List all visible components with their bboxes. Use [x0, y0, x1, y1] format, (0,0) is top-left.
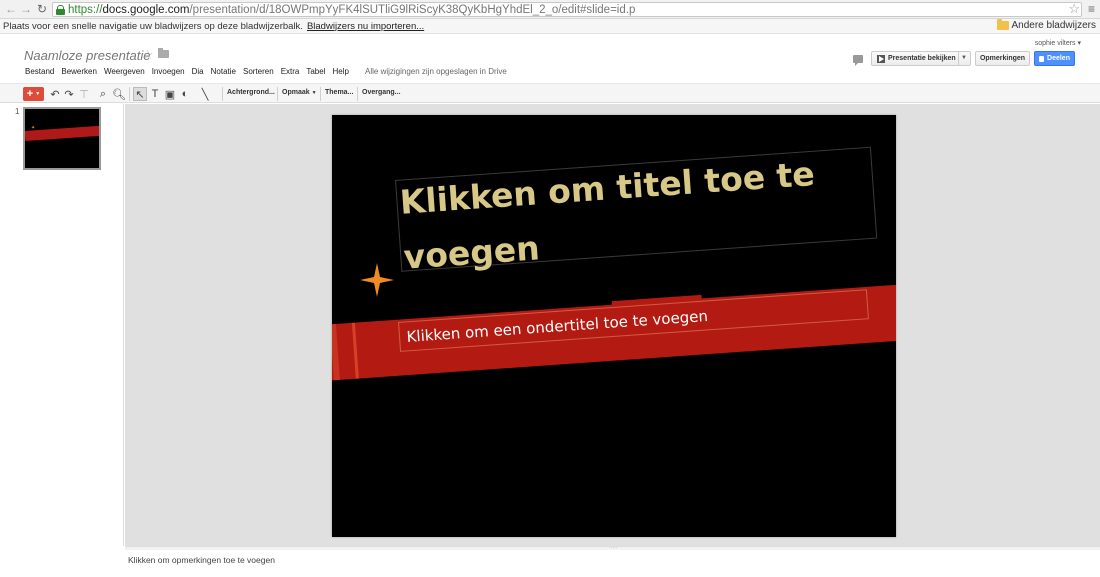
present-button[interactable]: Presentatie bekijken ▼ — [871, 51, 971, 66]
zoom-in-icon[interactable]: 🔍︎ — [112, 87, 126, 101]
theme-button[interactable]: Thema... — [325, 89, 353, 96]
format-dropdown[interactable]: Opmaak ▼ — [282, 89, 317, 96]
present-divider — [958, 52, 959, 65]
background-button[interactable]: Achtergrond... — [227, 89, 275, 96]
menu-edit[interactable]: Bewerken — [61, 67, 97, 76]
chevron-down-icon: ▼ — [35, 91, 41, 97]
play-icon — [877, 54, 885, 63]
menu-arrange[interactable]: Sorteren — [243, 67, 274, 76]
zoom-icon[interactable]: ⌕ — [96, 87, 110, 101]
slide[interactable]: Klikken om titel toe te voegen Klikken o… — [332, 115, 896, 537]
menu-format[interactable]: Notatie — [211, 67, 236, 76]
toolbar-divider — [320, 87, 321, 101]
band-stripe — [351, 322, 359, 379]
comment-icon[interactable] — [853, 55, 863, 66]
menu-view[interactable]: Weergeven — [104, 67, 145, 76]
browser-menu-icon[interactable]: ≡ — [1088, 2, 1095, 16]
new-slide-button[interactable]: + ▼ — [23, 87, 44, 101]
image-icon[interactable]: ▣ — [163, 87, 177, 101]
text-box-icon[interactable]: T — [148, 87, 162, 101]
transition-button[interactable]: Overgang... — [362, 89, 401, 96]
folder-icon[interactable] — [158, 48, 169, 58]
menu-table[interactable]: Tabel — [306, 67, 325, 76]
format-label: Opmaak — [282, 89, 310, 96]
toolbar-divider — [357, 87, 358, 101]
menu-help[interactable]: Help — [332, 67, 348, 76]
select-icon[interactable]: ↖ — [133, 87, 147, 101]
slide-filmstrip: 1 ✦ — [0, 104, 124, 546]
share-label: Deelen — [1047, 55, 1070, 62]
bookmark-star-icon[interactable]: ☆ — [1068, 1, 1080, 17]
browser-address-bar: ← → ↻ https://docs.google.com/presentati… — [0, 0, 1100, 19]
slide-canvas-area: Klikken om titel toe te voegen Klikken o… — [125, 104, 1100, 546]
url-domain: docs.google.com — [102, 3, 190, 16]
user-account[interactable]: sophie vilters ▾ — [1035, 39, 1081, 47]
secure-lock-icon — [56, 4, 65, 15]
speaker-notes[interactable]: Klikken om opmerkingen toe te voegen — [125, 550, 1100, 577]
forward-icon[interactable]: → — [18, 1, 34, 17]
other-bookmarks[interactable]: Andere bladwijzers — [996, 19, 1097, 31]
toolbar-divider — [277, 87, 278, 101]
toolbar-divider — [222, 87, 223, 101]
back-icon[interactable]: ← — [3, 1, 19, 17]
line-icon[interactable]: ╲ — [198, 87, 212, 101]
star-icon — [360, 263, 394, 297]
slide-number: 1 — [15, 107, 20, 116]
toolbar: + ▼ ↶ ↷ ⊤ ⌕ 🔍︎ ↖ T ▣ ◐ ╲ Achtergrond... O… — [0, 83, 1100, 103]
band-stripe — [332, 324, 340, 381]
share-button[interactable]: Deelen — [1034, 51, 1075, 66]
shape-icon[interactable]: ◐ — [178, 87, 192, 101]
thumbnail-band — [25, 125, 99, 141]
title-placeholder[interactable]: Klikken om titel toe te voegen — [398, 143, 865, 285]
menu-file[interactable]: Bestand — [25, 67, 54, 76]
url-input[interactable]: https://docs.google.com/presentation/d/1… — [52, 2, 1082, 17]
paint-format-icon[interactable]: ⊤ — [77, 87, 91, 101]
present-label: Presentatie bekijken — [888, 55, 956, 62]
other-bookmarks-label: Andere bladwijzers — [1011, 20, 1097, 31]
star-icon: ✦ — [31, 125, 36, 131]
toolbar-divider — [129, 87, 130, 101]
comments-button[interactable]: Opmerkingen — [975, 51, 1030, 66]
folder-icon — [996, 19, 1009, 30]
document-title[interactable]: Naamloze presentatie — [24, 48, 150, 63]
undo-icon[interactable]: ↶ — [48, 87, 62, 101]
save-status: Alle wijzigingen zijn opgeslagen in Driv… — [365, 67, 507, 76]
menu-insert[interactable]: Invoegen — [152, 67, 185, 76]
bookmarks-hint: Plaats voor een snelle navigatie uw blad… — [3, 20, 303, 32]
reload-icon[interactable]: ↻ — [34, 1, 50, 17]
menu-bar: Bestand Bewerken Weergeven Invoegen Dia … — [25, 67, 356, 76]
star-icon[interactable]: ☆ — [142, 47, 154, 63]
import-bookmarks-link[interactable]: Bladwijzers nu importeren... — [307, 21, 424, 32]
chevron-down-icon: ▼ — [311, 90, 317, 96]
url-scheme: https:// — [68, 3, 103, 16]
bookmarks-bar: Plaats voor een snelle navigatie uw blad… — [0, 19, 1100, 34]
lock-icon — [1039, 55, 1045, 62]
menu-tools[interactable]: Extra — [281, 67, 300, 76]
chevron-down-icon[interactable]: ▼ — [961, 55, 967, 61]
menu-slide[interactable]: Dia — [192, 67, 204, 76]
url-path: /presentation/d/18OWPmpYyFK4lSUTliG9lRiS… — [189, 3, 636, 16]
redo-icon[interactable]: ↷ — [62, 87, 76, 101]
slide-thumbnail[interactable]: ✦ — [23, 107, 101, 170]
